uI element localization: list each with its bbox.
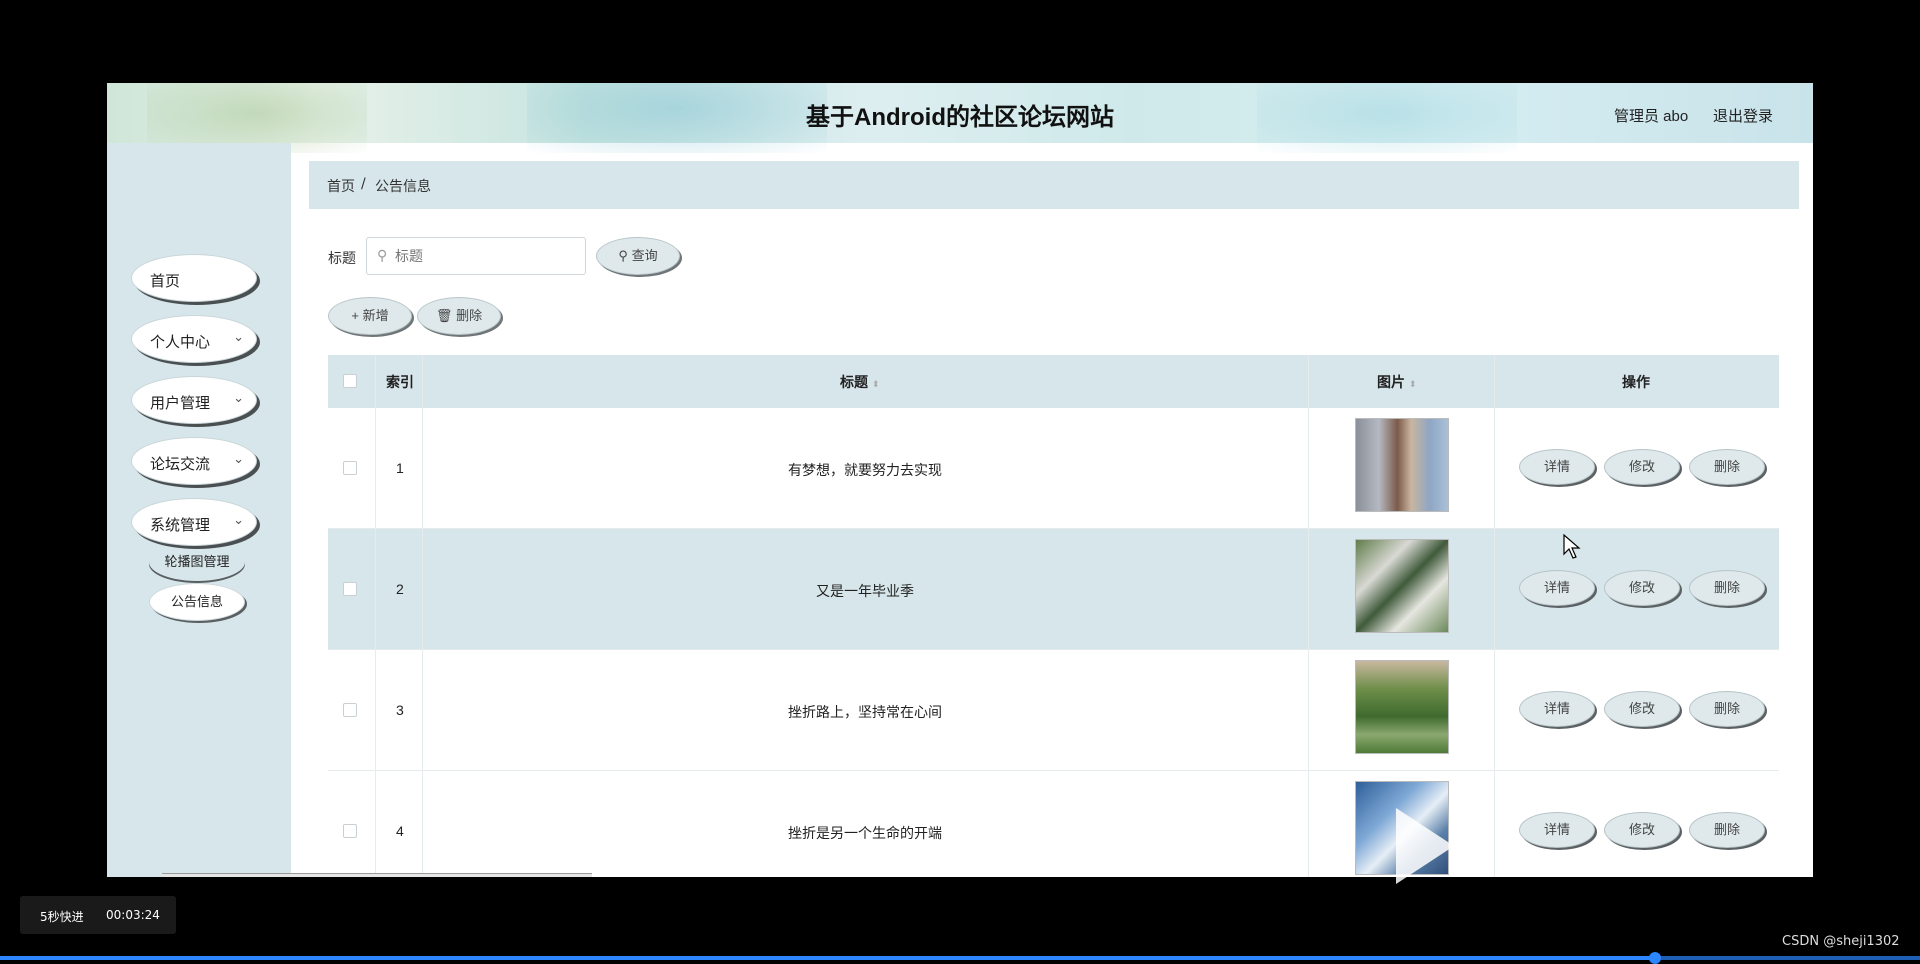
sidebar-item-label: 个人中心 [150,334,211,351]
breadcrumb-current: 公告信息 [375,179,431,195]
bulk-delete-button[interactable]: 🗑 删除 [417,297,501,335]
trash-icon: 🗑 [435,308,453,323]
skip-label: 5秒快进 [40,910,84,924]
detail-button[interactable]: 详情 [1519,812,1595,848]
chevron-down-icon: ⌄ [233,329,244,344]
edit-button[interactable]: 修改 [1604,812,1680,848]
row-title: 挫折路上，坚持常在心间 [788,704,942,720]
header-image[interactable]: 图片 ⬍ [1377,372,1417,392]
sort-icon[interactable]: ⬍ [872,379,880,389]
logout-link[interactable]: 退出登录 [1713,105,1773,126]
detail-button[interactable]: 详情 [1519,691,1595,727]
sort-icon[interactable]: ⬍ [1409,379,1417,389]
play-icon [1396,808,1454,884]
add-button-label: 新增 [362,308,389,323]
table-row: 1 有梦想，就要努力去实现 详情 修改 删除 [328,408,1779,529]
row-checkbox[interactable] [343,824,357,838]
bulk-delete-label: 删除 [456,308,483,323]
query-button-label: 查询 [631,248,658,263]
video-progress-fill [0,956,1652,960]
header-index: 索引 [386,374,414,390]
top-banner: 基于Android的社区论坛网站 管理员 abo 退出登录 [107,83,1813,153]
add-button[interactable]: + 新增 [328,297,412,335]
search-field[interactable]: ⚲ [366,237,586,275]
video-time: 00:03:24 [106,908,160,922]
sidebar-item-label: 论坛交流 [150,456,211,473]
admin-user-label: 管理员 abo [1614,108,1689,125]
site-title: 基于Android的社区论坛网站 [806,104,1114,131]
people-photo[interactable] [1355,539,1449,633]
edit-button[interactable]: 修改 [1604,449,1680,485]
row-title: 有梦想，就要努力去实现 [788,462,942,478]
row-title: 挫折是另一个生命的开端 [788,825,942,841]
header-title[interactable]: 标题 ⬍ [840,372,880,392]
sidebar-subitem-announcements[interactable]: 公告信息 [149,583,245,621]
breadcrumb-home[interactable]: 首页 [327,176,355,196]
sidebar-item-label: 首页 [150,273,181,290]
detail-button[interactable]: 详情 [1519,449,1595,485]
sidebar-item-home[interactable]: 首页 [131,254,257,302]
row-index: 3 [396,702,404,718]
row-checkbox[interactable] [343,582,357,596]
sidebar-item-label: 用户管理 [150,395,211,412]
horizontal-scrollbar[interactable] [162,873,592,877]
credit-text: CSDN @sheji1302 [1782,934,1900,949]
table-row: 3 挫折路上，坚持常在心间 详情 修改 删除 [328,650,1779,771]
delete-button[interactable]: 删除 [1689,570,1765,606]
garden-photo[interactable] [1355,660,1449,754]
breadcrumb: 首页 / 公告信息 [309,161,1799,209]
building-photo[interactable] [1355,418,1449,512]
row-index: 4 [396,823,404,839]
header-actions: 操作 [1622,374,1650,390]
delete-button[interactable]: 删除 [1689,449,1765,485]
video-progress-knob[interactable] [1649,952,1661,964]
announcement-table: 索引 标题 ⬍ 图片 ⬍ 操作 1 有梦想，就要努力去实现 详情 修改 删除 2 又… [328,355,1779,877]
sidebar-item-forum[interactable]: 论坛交流 ⌄ [131,437,257,485]
mouse-cursor-icon [1563,534,1581,559]
sidebar-item-personal-center[interactable]: 个人中心 ⌄ [131,315,257,363]
table-row: 2 又是一年毕业季 详情 修改 删除 [328,529,1779,650]
row-index: 2 [396,581,404,597]
search-icon: ⚲ [377,248,388,264]
row-checkbox[interactable] [343,703,357,717]
chevron-down-icon: ⌄ [233,390,244,405]
plus-icon: + [351,308,359,323]
search-icon: ⚲ [618,248,628,263]
detail-button[interactable]: 详情 [1519,570,1595,606]
edit-button[interactable]: 修改 [1604,570,1680,606]
chevron-down-icon: ⌄ [233,512,244,527]
chevron-down-icon: ⌄ [233,451,244,466]
table-header: 索引 标题 ⬍ 图片 ⬍ 操作 [328,355,1779,408]
row-checkbox[interactable] [343,461,357,475]
delete-button[interactable]: 删除 [1689,812,1765,848]
query-button[interactable]: ⚲ 查询 [596,237,680,275]
sidebar-subitem-carousel[interactable]: 轮播图管理 [149,543,245,581]
row-index: 1 [396,460,404,476]
sidebar-item-user-management[interactable]: 用户管理 ⌄ [131,376,257,424]
sidebar: 首页 个人中心 ⌄ 用户管理 ⌄ 论坛交流 ⌄ 系统管理 ⌄ 轮播图管理 公告信… [107,143,291,877]
search-label: 标题 [328,251,356,267]
sidebar-item-label: 系统管理 [150,517,211,534]
row-title: 又是一年毕业季 [816,583,914,599]
video-skip-badge[interactable]: 5秒快进 00:03:24 [20,896,176,934]
select-all-checkbox[interactable] [343,374,357,388]
search-input[interactable] [395,246,575,266]
edit-button[interactable]: 修改 [1604,691,1680,727]
app-window: 基于Android的社区论坛网站 管理员 abo 退出登录 首页 个人中心 ⌄ … [107,83,1813,877]
breadcrumb-separator: / [361,176,366,192]
sidebar-item-system-management[interactable]: 系统管理 ⌄ [131,498,257,546]
table-row: 4 挫折是另一个生命的开端 详情 修改 删除 [328,771,1779,877]
delete-button[interactable]: 删除 [1689,691,1765,727]
